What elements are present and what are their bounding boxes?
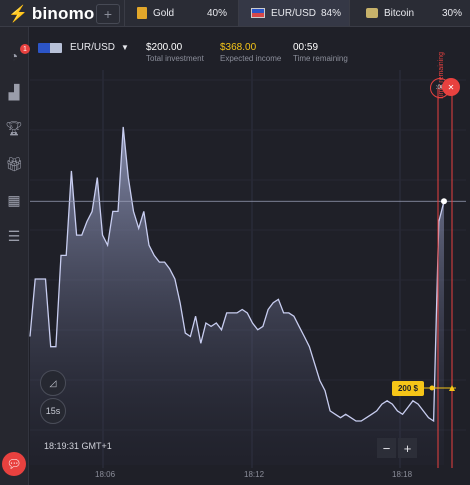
area-chart-icon: ◿ — [49, 377, 57, 388]
zoom-out-button[interactable]: − — [377, 438, 396, 458]
x-tick: 18:18 — [392, 470, 413, 479]
bet-marker: 200 $ — [392, 381, 424, 396]
interval-button[interactable]: 15s — [40, 398, 66, 424]
chart-type-button[interactable]: ◿ — [40, 370, 66, 396]
close-icon[interactable]: ✕ — [442, 78, 460, 96]
current-price-dot — [441, 198, 447, 205]
bet-marker-dot — [429, 385, 435, 391]
price-chart[interactable] — [0, 0, 470, 485]
zoom-in-button[interactable]: + — [398, 438, 417, 458]
x-tick: 18:06 — [95, 470, 116, 479]
interval-label: 15s — [45, 406, 61, 416]
price-area-fill — [30, 126, 444, 466]
server-clock: 18:19:31 GMT+1 — [44, 441, 112, 451]
x-tick: 18:12 — [244, 470, 265, 479]
zoom-controls: − + — [377, 438, 419, 458]
